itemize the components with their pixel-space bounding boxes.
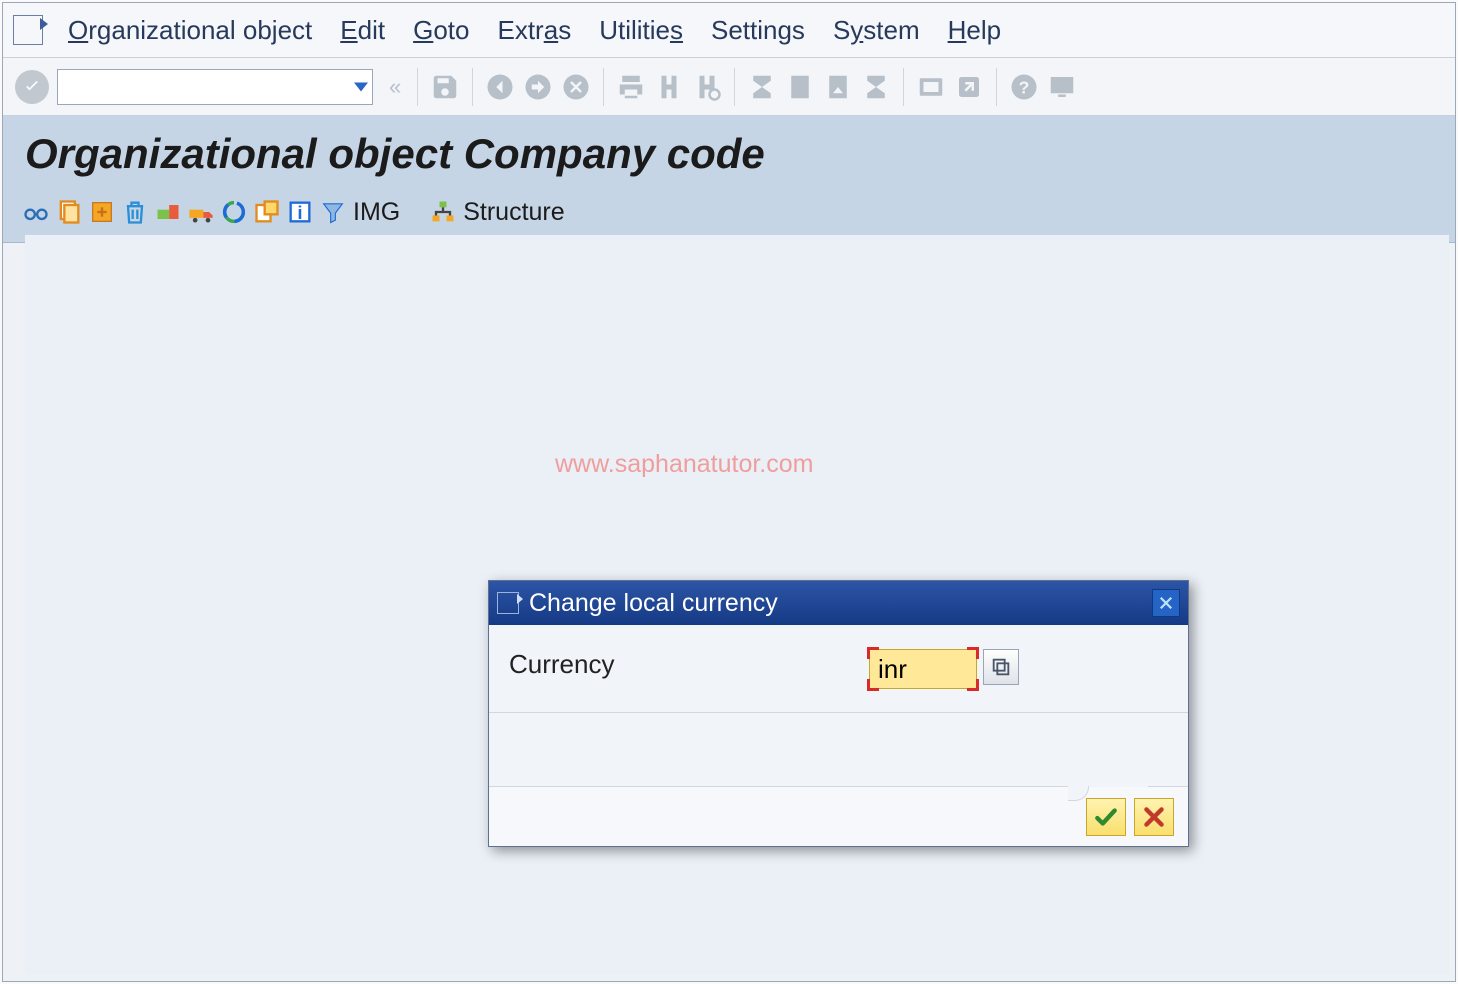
dialog-titlebar[interactable]: Change local currency [489,581,1188,625]
system-toolbar: « ? [3,58,1455,116]
content-area: www.saphanatutor.com Change local curren… [25,235,1449,975]
help-icon[interactable]: ? [1006,69,1042,105]
enter-button[interactable] [15,70,49,104]
sap-menu-icon[interactable] [13,15,43,45]
f4-help-button[interactable] [983,649,1019,685]
dialog-title-text: Change local currency [529,589,778,618]
sap-window: Organizational object Edit Goto Extras U… [2,2,1456,982]
collapse-icon[interactable]: « [389,74,401,100]
activate-icon[interactable] [252,197,282,227]
dialog-body: Currency [489,625,1188,713]
structure-icon[interactable] [428,197,458,227]
prev-page-icon[interactable] [782,69,818,105]
paste-icon[interactable] [87,197,117,227]
glasses-icon[interactable] [21,197,51,227]
dialog-footer [489,786,1188,846]
dropdown-icon[interactable] [354,82,368,91]
find-next-icon[interactable] [689,69,725,105]
dialog-menu-icon[interactable] [497,592,519,614]
delete-icon[interactable] [120,197,150,227]
menu-system[interactable]: System [833,15,920,46]
back-icon[interactable] [482,69,518,105]
shortcut-icon[interactable] [951,69,987,105]
menu-edit[interactable]: Edit [340,15,385,46]
dialog-ok-button[interactable] [1086,798,1126,836]
menu-help-label: elp [966,15,1001,45]
next-page-icon[interactable] [820,69,856,105]
menu-extras[interactable]: Extras [497,15,571,46]
img-button-label[interactable]: IMG [353,198,400,227]
menu-edit-label: dit [358,15,385,45]
save-icon[interactable] [427,69,463,105]
currency-input-wrap [869,649,977,689]
dialog-cancel-button[interactable] [1134,798,1174,836]
print-icon[interactable] [613,69,649,105]
currency-input[interactable] [869,649,977,689]
page-title: Organizational object Company code [3,116,1455,196]
structure-button-label[interactable]: Structure [463,198,564,227]
exit-icon[interactable] [520,69,556,105]
filter-icon[interactable] [318,197,348,227]
menu-bar: Organizational object Edit Goto Extras U… [3,3,1455,58]
menu-settings[interactable]: Settings [711,15,805,46]
currency-label: Currency [509,649,869,680]
cancel-icon[interactable] [558,69,594,105]
find-icon[interactable] [651,69,687,105]
transport-icon[interactable] [153,197,183,227]
copy-icon[interactable] [54,197,84,227]
change-currency-dialog: Change local currency Currency [488,580,1189,847]
new-session-icon[interactable] [913,69,949,105]
first-page-icon[interactable] [744,69,780,105]
truck-icon[interactable] [186,197,216,227]
watermark-text: www.saphanatutor.com [555,450,813,479]
command-field[interactable] [57,69,373,105]
svg-text:i: i [297,202,302,223]
menu-goto[interactable]: Goto [413,15,469,46]
last-page-icon[interactable] [858,69,894,105]
menu-org-object[interactable]: Organizational object [68,15,312,46]
menu-org-object-label: rganizational object [88,15,312,45]
dialog-close-button[interactable] [1152,589,1180,617]
menu-utilities[interactable]: Utilities [599,15,683,46]
info-icon[interactable]: i [285,197,315,227]
title-area: Organizational object Company code i IMG… [3,116,1455,243]
menu-help[interactable]: Help [948,15,1001,46]
menu-goto-label: oto [433,15,469,45]
layout-icon[interactable] [1044,69,1080,105]
refresh-icon[interactable] [219,197,249,227]
svg-text:?: ? [1019,77,1030,97]
